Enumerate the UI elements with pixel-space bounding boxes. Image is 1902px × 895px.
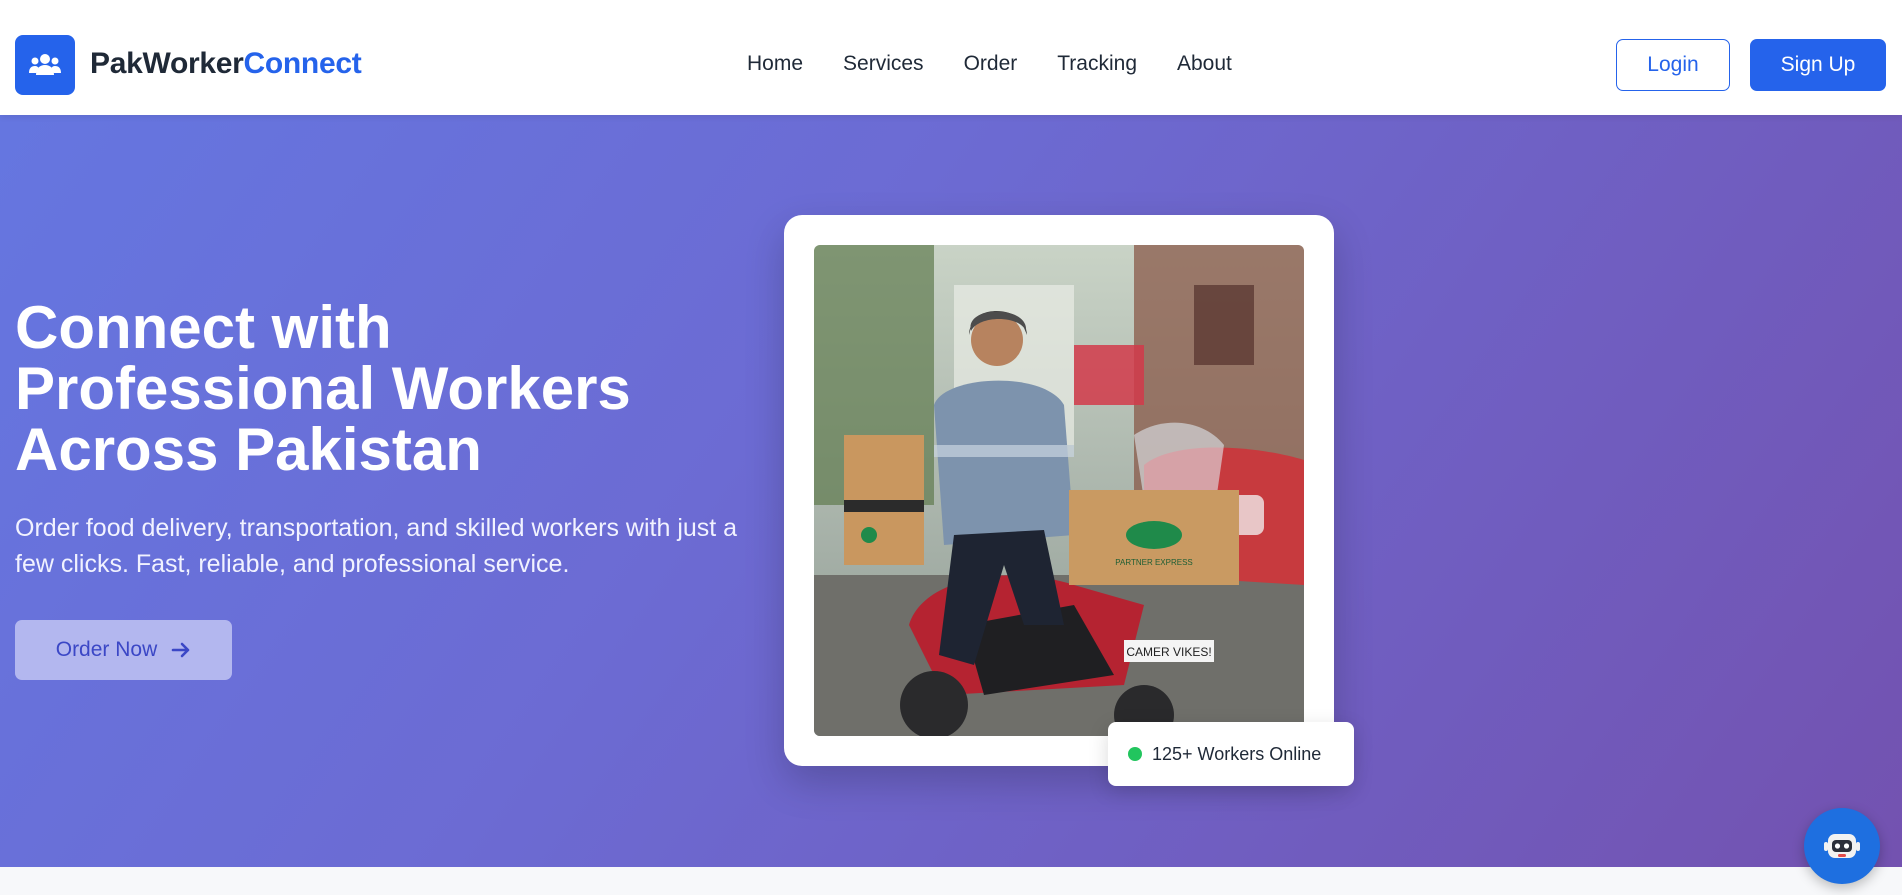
site-header: PakWorkerConnect Home Services Order Tra… [0,0,1902,115]
order-now-button[interactable]: Order Now [15,620,232,680]
delivery-rider-illustration: CAMER VIKES! PARTNER EXPRESS [814,245,1304,736]
photo-box-label: PARTNER EXPRESS [1115,558,1193,567]
hero-title-line3: Across Pakistan [15,416,482,483]
users-icon [29,54,61,75]
plate-text: CAMER VIKES! [1126,645,1211,659]
delivery-rider-photo: CAMER VIKES! PARTNER EXPRESS [814,245,1304,736]
hero-section: Connect with Professional Workers Across… [0,115,1902,867]
next-section-edge [0,867,1902,895]
hero-title-line2: Professional Workers [15,355,631,422]
workers-online-text: 125+ Workers Online [1152,743,1322,764]
hero-title-line1: Connect with [15,294,392,361]
nav-about[interactable]: About [1177,52,1232,76]
brand-accent: Connect [243,47,362,80]
nav-order[interactable]: Order [964,52,1018,76]
robot-icon [1824,834,1860,858]
hero-title: Connect with Professional Workers Across… [15,297,775,480]
workers-online-badge: 125+ Workers Online [1108,722,1354,786]
nav-home[interactable]: Home [747,52,803,76]
order-now-label: Order Now [55,638,158,661]
main-nav: Home Services Order Tracking About [747,52,1232,76]
login-button[interactable]: Login [1616,39,1730,91]
nav-tracking[interactable]: Tracking [1057,52,1137,76]
brand-name[interactable]: PakWorkerConnect [90,47,362,81]
brand-main: PakWorker [90,47,244,80]
hero-subtitle: Order food delivery, transportation, and… [15,514,738,578]
chat-assistant-button[interactable] [1804,808,1880,884]
signup-button[interactable]: Sign Up [1750,39,1886,91]
nav-services[interactable]: Services [843,52,924,76]
logo-badge[interactable] [15,35,75,95]
hero-image-card: CAMER VIKES! PARTNER EXPRESS [784,215,1334,766]
online-dot-icon [1128,747,1142,761]
arrow-right-icon [171,642,190,658]
